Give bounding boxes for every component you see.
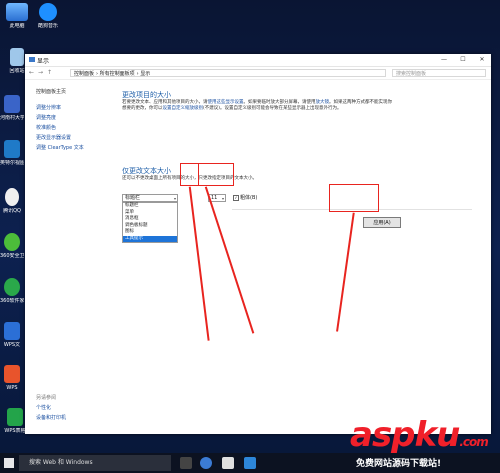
taskbar-search-input[interactable]: 搜索 Web 和 Windows: [19, 455, 171, 471]
sidebar-item-monitor[interactable]: 更改显示器设置: [36, 134, 71, 141]
store-icon[interactable]: [222, 457, 234, 469]
desktop-icon-qq[interactable]: 腾讯QQ: [0, 188, 24, 214]
breadcrumb-item[interactable]: 控制面板: [74, 71, 94, 77]
title-bar: 显示 — ☐ ✕: [25, 54, 491, 67]
desktop-icon-this-pc[interactable]: 此电脑: [3, 3, 31, 29]
app-icon: [4, 95, 20, 113]
see-also-personalize[interactable]: 个性化: [36, 404, 51, 411]
watermark-tagline: 免费网站源码下载站!: [356, 459, 442, 469]
intel-graphics-icon: [4, 140, 20, 158]
see-also-title: 另请参阅: [36, 395, 57, 401]
windows-start-icon[interactable]: [4, 458, 14, 468]
qq-icon: [5, 188, 19, 206]
custom-scaling-link[interactable]: 设置自定义缩放级别: [163, 106, 204, 111]
computer-icon: [6, 3, 28, 21]
desktop-icon-kugou[interactable]: 酷狗音乐: [34, 3, 62, 29]
desktop-icon-360-soft[interactable]: 360软件家: [0, 278, 24, 304]
kugou-icon: [39, 3, 57, 21]
shield-icon: [4, 233, 20, 251]
software-manager-icon: [4, 278, 20, 296]
desktop-icon-wps-writer[interactable]: WPS文: [0, 322, 24, 348]
breadcrumb-item[interactable]: 显示: [140, 71, 150, 77]
annotation-box-size: [180, 163, 199, 186]
checkmark-icon[interactable]: ✓: [233, 194, 239, 201]
main-content: 更改项目的大小 若要更改文本、应用和其他项目的大小，请使用这些显示设置。如果要临…: [122, 80, 482, 434]
search-input[interactable]: 搜索控制面板: [392, 69, 486, 77]
browser-icon[interactable]: [200, 457, 212, 469]
heading-change-size: 更改项目的大小: [122, 91, 171, 99]
minimize-button[interactable]: —: [435, 54, 453, 66]
annotation-box-apply: [329, 184, 379, 212]
sidebar-item-cleartype[interactable]: 调整 ClearType 文本: [36, 144, 84, 151]
item-select[interactable]: 标题栏 ▾: [122, 194, 178, 202]
close-button[interactable]: ✕: [473, 54, 491, 66]
breadcrumb[interactable]: 控制面板 › 所有控制面板项 › 显示: [70, 69, 386, 77]
apply-button[interactable]: 应用(A): [363, 217, 401, 228]
window-title: 显示: [37, 58, 50, 65]
annotation-box-bold: [198, 163, 234, 186]
breadcrumb-item[interactable]: 所有控制面板项: [100, 71, 135, 77]
sidebar-home-link[interactable]: 控制面板主页: [36, 88, 66, 95]
desktop-icon-360-safe[interactable]: 360安全卫士: [0, 233, 24, 259]
recycle-bin-icon: [10, 48, 24, 66]
wps-presentation-icon: [4, 365, 20, 383]
chevron-down-icon: ▾: [173, 196, 176, 201]
sidebar-item-brightness[interactable]: 调整亮度: [36, 114, 56, 121]
desktop-icon-henan[interactable]: 河南村大学认: [0, 95, 24, 121]
heading-text-size: 仅更改文本大小: [122, 167, 171, 175]
maximize-button[interactable]: ☐: [454, 54, 472, 66]
address-bar: ← → ↑ 控制面板 › 所有控制面板项 › 显示 搜索控制面板: [25, 67, 491, 80]
watermark-logo: aspku.com: [350, 415, 489, 455]
chevron-down-icon: ▾: [221, 196, 224, 201]
wps-sheet-icon: [7, 408, 23, 426]
desktop-icon-intel[interactable]: 英特尔视图形: [0, 140, 24, 166]
display-settings-link[interactable]: 使用这些显示设置: [208, 100, 244, 105]
dropdown-option-selected[interactable]: 工具提示: [123, 235, 177, 242]
see-also-devices[interactable]: 设备和打印机: [36, 414, 66, 421]
paragraph-text-size: 还可以不更改桌面上所有项目的大小，只更改指定项目的文本大小。: [122, 176, 257, 181]
sidebar-item-color[interactable]: 校准颜色: [36, 124, 56, 131]
sidebar: 控制面板主页 调整分辨率 调整亮度 校准颜色 更改显示器设置 调整 ClearT…: [25, 80, 105, 434]
desktop-icon-wps-presentation[interactable]: WPS: [0, 365, 24, 391]
sidebar-item-resolution[interactable]: 调整分辨率: [36, 104, 61, 111]
wps-writer-icon: [4, 322, 20, 340]
forward-icon[interactable]: →: [38, 69, 43, 76]
item-dropdown-list: 标题栏 菜单 消息框 调色板标题 图标 工具提示: [122, 202, 178, 243]
display-icon: [29, 57, 35, 62]
up-icon[interactable]: ↑: [47, 69, 52, 76]
magnifier-link[interactable]: 放大镜: [316, 100, 330, 105]
control-panel-taskbar-icon[interactable]: [244, 457, 256, 469]
display-window: 显示 — ☐ ✕ ← → ↑ 控制面板 › 所有控制面板项 › 显示 搜索控制面板 …: [25, 54, 491, 434]
back-icon[interactable]: ←: [29, 69, 34, 76]
paragraph-change-size: 若要更改文本、应用和其他项目的大小，请使用这些显示设置。如果要临时放大部分屏幕，…: [122, 100, 392, 111]
bold-checkbox[interactable]: ✓ 粗体(B): [233, 194, 257, 201]
task-view-icon[interactable]: [180, 457, 192, 469]
